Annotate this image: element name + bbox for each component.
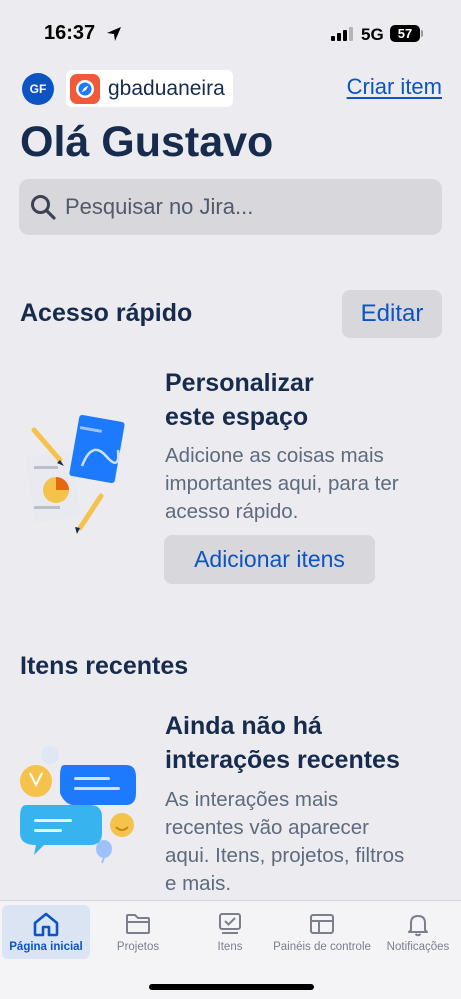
battery-icon: 57 <box>390 25 420 42</box>
battery-level: 57 <box>397 26 413 41</box>
recent-interactions-illustration <box>20 746 136 863</box>
quick-access-title: Acesso rápido <box>20 299 193 327</box>
tab-label: Notificações <box>386 941 450 953</box>
home-indicator <box>149 984 314 990</box>
status-bar: 16:37 5G 57 <box>0 0 461 66</box>
site-logo-icon <box>70 73 100 104</box>
create-item-link[interactable]: Criar item <box>347 74 442 100</box>
page-title: Olá Gustavo <box>20 118 274 166</box>
site-switcher[interactable]: gbaduaneira <box>66 70 233 107</box>
header-row: GF gbaduaneira Criar item <box>20 70 444 108</box>
recent-items-card-body: As interações mais recentes vão aparecer… <box>165 788 405 895</box>
network-type: 5G <box>361 25 384 44</box>
tab-projects[interactable]: Projetos <box>98 905 178 959</box>
cellular-signal-icon <box>331 27 353 41</box>
avatar[interactable]: GF <box>22 73 54 105</box>
search-placeholder: Pesquisar no Jira... <box>65 194 254 219</box>
customize-illustration <box>26 414 125 534</box>
quick-access-card-title: Personalizar este espaço <box>165 369 314 431</box>
folder-icon <box>126 914 150 934</box>
tab-notifications[interactable]: Notificações <box>377 905 459 959</box>
recent-items-card-title: Ainda não há interações recentes <box>165 712 400 774</box>
location-arrow-icon <box>107 27 121 41</box>
issues-icon <box>219 913 241 934</box>
tab-issues[interactable]: Itens <box>195 905 265 959</box>
tab-label: Itens <box>217 941 243 953</box>
dashboard-icon <box>310 914 334 934</box>
edit-button[interactable]: Editar <box>342 290 442 338</box>
home-icon <box>33 912 59 937</box>
search-input[interactable]: Pesquisar no Jira... <box>19 179 442 235</box>
add-items-button[interactable]: Adicionar itens <box>164 535 375 584</box>
bell-icon <box>408 915 428 937</box>
tab-label: Página inicial <box>9 941 83 953</box>
battery-cap <box>421 30 423 37</box>
avatar-initials: GF <box>29 82 47 96</box>
quick-access-card-body: Adicione as coisas mais importantes aqui… <box>165 444 399 523</box>
tab-dashboards[interactable]: Painéis de controle <box>264 905 380 959</box>
tab-label: Projetos <box>116 941 160 953</box>
site-name: gbaduaneira <box>108 76 225 100</box>
tab-label: Painéis de controle <box>273 941 371 953</box>
search-icon <box>31 195 56 220</box>
recent-items-title: Itens recentes <box>20 652 189 680</box>
status-time: 16:37 <box>44 22 96 44</box>
tab-home[interactable]: Página inicial <box>2 905 90 959</box>
